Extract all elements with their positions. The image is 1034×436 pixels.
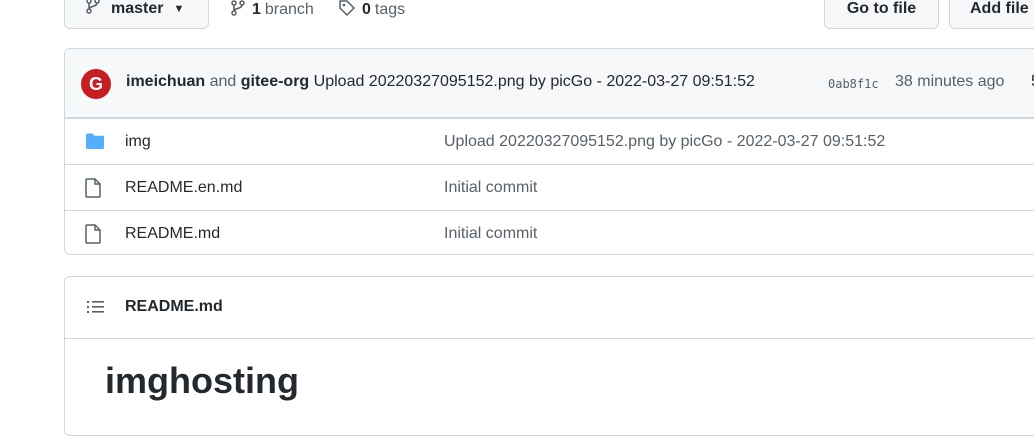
add-file-button[interactable]: Add file <box>949 0 1034 29</box>
readme-heading: imghosting <box>105 360 299 401</box>
file-name-link[interactable]: README.md <box>125 225 220 243</box>
branch-select-button[interactable]: master ▼ <box>64 0 209 29</box>
git-branch-icon <box>85 0 111 19</box>
commit-message-link[interactable]: Upload 20220327095152.png by picGo - 202… <box>314 73 755 90</box>
file-row[interactable]: README.en.md Initial commit <box>65 164 1034 210</box>
latest-commit-bar: G imeichuan and gitee-org Upload 2022032… <box>65 49 1034 118</box>
file-list-box: G imeichuan and gitee-org Upload 2022032… <box>64 48 1034 255</box>
avatar[interactable]: G <box>81 69 111 99</box>
folder-icon <box>85 132 105 155</box>
tag-label: tags <box>374 1 406 18</box>
file-row[interactable]: img Upload 20220327095152.png by picGo -… <box>65 118 1034 164</box>
commit-joiner: and <box>209 73 237 90</box>
file-name-link[interactable]: README.en.md <box>125 179 242 197</box>
caret-down-icon: ▼ <box>173 2 185 15</box>
branch-name: master <box>111 0 164 17</box>
readme-header: README.md <box>65 277 1034 339</box>
file-name-link[interactable]: img <box>125 133 151 151</box>
branch-label: branch <box>264 1 314 18</box>
file-icon <box>85 224 101 249</box>
commit-time: 38 minutes ago <box>895 73 1005 90</box>
go-to-file-button[interactable]: Go to file <box>824 0 939 29</box>
file-row[interactable]: README.md Initial commit <box>65 210 1034 254</box>
avatar-letter: G <box>88 73 103 94</box>
git-branch-icon <box>230 0 252 21</box>
branch-count: 1 <box>252 1 261 18</box>
tag-icon <box>338 0 362 22</box>
list-icon[interactable] <box>87 299 105 320</box>
file-commit-message-link[interactable]: Initial commit <box>444 225 537 243</box>
file-commit-message-link[interactable]: Initial commit <box>444 179 537 197</box>
commit-sha-link[interactable]: 0ab8f1c <box>828 77 879 91</box>
commit-coauthor-link[interactable]: gitee-org <box>241 73 309 90</box>
tags-link[interactable]: 0 tags <box>338 0 405 20</box>
tag-count: 0 <box>362 1 371 18</box>
commit-author-link[interactable]: imeichuan <box>126 73 205 90</box>
readme-filename[interactable]: README.md <box>125 298 223 316</box>
commit-summary: imeichuan and gitee-org Upload 202203270… <box>126 73 755 91</box>
file-commit-message-link[interactable]: Upload 20220327095152.png by picGo - 202… <box>444 133 885 151</box>
branches-link[interactable]: 1 branch <box>230 0 314 20</box>
readme-box: README.md imghosting <box>64 276 1034 436</box>
file-icon <box>85 178 101 203</box>
